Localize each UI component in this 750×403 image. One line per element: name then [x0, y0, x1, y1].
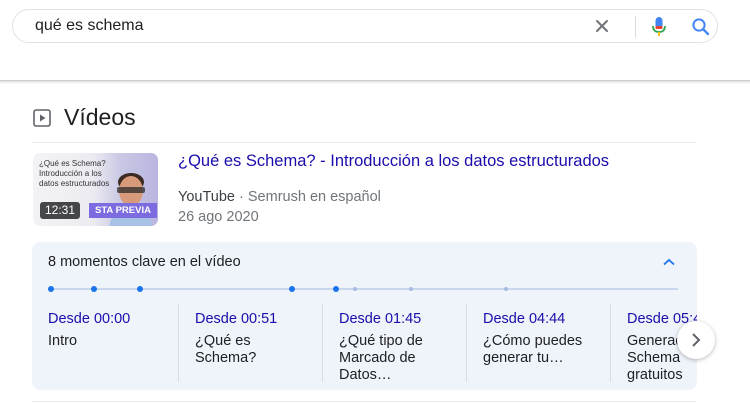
timeline-marker[interactable] — [48, 286, 54, 292]
timeline-marker[interactable] — [289, 286, 295, 292]
search-icon — [692, 18, 710, 36]
key-moments-list: Desde 00:00 Intro Desde 00:51 ¿Qué es Sc… — [32, 304, 697, 384]
key-moment-time: Desde 01:45 — [339, 311, 422, 327]
key-moment-label: ¿Qué tipo de Marcado de Datos… — [339, 333, 423, 383]
collapse-key-moments-button[interactable] — [662, 255, 676, 267]
search-bar-separator — [635, 16, 636, 38]
key-moment-item[interactable]: Desde 00:51 ¿Qué es Schema? — [178, 304, 322, 382]
video-thumbnail[interactable]: ¿Qué es Schema? Introducción a los datos… — [33, 153, 158, 226]
video-channel: Semrush en español — [247, 189, 381, 205]
video-platform: YouTube — [178, 189, 235, 205]
section-divider — [32, 142, 696, 143]
key-moment-time: Desde 00:00 — [48, 311, 131, 327]
search-button[interactable] — [691, 17, 711, 37]
timeline-marker[interactable] — [137, 286, 143, 292]
videos-section-icon — [33, 109, 51, 127]
microphone-icon — [652, 17, 666, 36]
video-duration: 12:31 — [40, 202, 81, 219]
section-divider-bottom — [32, 401, 696, 402]
thumbnail-badge: STA PREVIA — [89, 203, 157, 218]
timeline-marker-small[interactable] — [504, 287, 508, 291]
meta-separator: · — [239, 189, 244, 205]
search-input[interactable] — [35, 10, 575, 42]
timeline-marker[interactable] — [91, 286, 97, 292]
key-moment-item[interactable]: Desde 00:00 Intro — [32, 304, 176, 382]
key-moment-item[interactable]: Desde 04:44 ¿Cómo puedes generar tu… — [466, 304, 610, 382]
next-moments-button[interactable] — [677, 321, 715, 359]
key-moment-item[interactable]: Desde 01:45 ¿Qué tipo de Marcado de Dato… — [322, 304, 466, 383]
key-moments-header: 8 momentos clave en el vídeo — [48, 254, 241, 270]
video-meta: YouTube · Semrush en español — [178, 189, 381, 205]
key-moment-time: Desde 04:44 — [483, 311, 566, 327]
video-date: 26 ago 2020 — [178, 209, 259, 225]
voice-search-button[interactable] — [651, 16, 667, 38]
timeline-marker-small[interactable] — [353, 287, 357, 291]
key-moments-panel: 8 momentos clave en el vídeo Desde 00:00… — [32, 242, 697, 390]
videos-section-title: Vídeos — [64, 104, 136, 130]
search-bar — [12, 9, 718, 43]
clear-search-button[interactable] — [593, 17, 611, 35]
timeline-marker[interactable] — [333, 286, 339, 292]
key-moment-label: ¿Qué es Schema? — [195, 333, 257, 366]
close-icon — [596, 20, 608, 32]
timeline-marker-small[interactable] — [409, 287, 413, 291]
key-moments-timeline — [48, 286, 678, 292]
chevron-right-icon — [692, 333, 701, 347]
key-moment-label: Intro — [48, 333, 78, 349]
chevron-up-icon — [663, 258, 675, 266]
key-moment-label: ¿Cómo puedes generar tu… — [483, 333, 583, 366]
key-moment-time: Desde 00:51 — [195, 311, 278, 327]
video-title-link[interactable]: ¿Qué es Schema? - Introducción a los dat… — [178, 152, 609, 171]
header-divider — [0, 80, 750, 81]
play-box-icon — [33, 109, 51, 127]
